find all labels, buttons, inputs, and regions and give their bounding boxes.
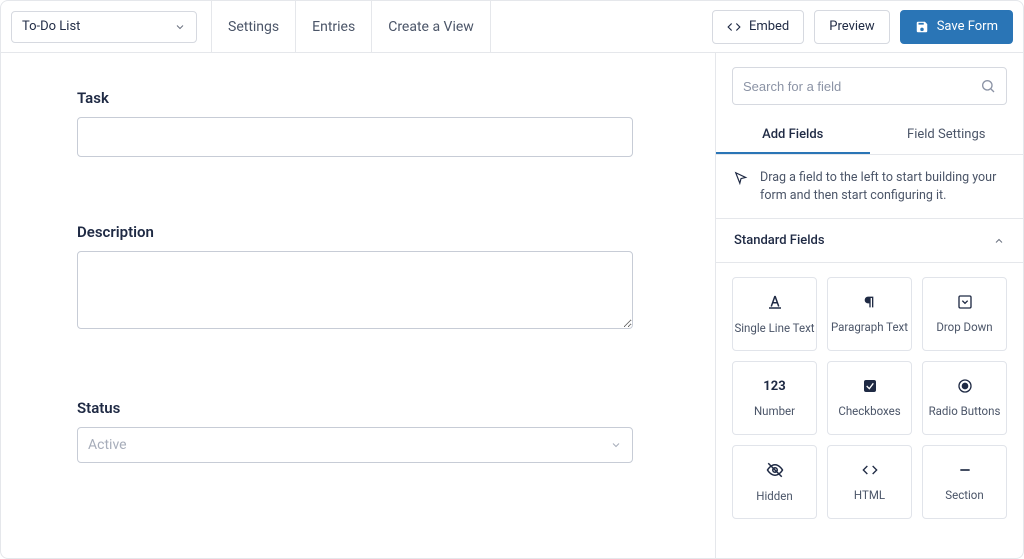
form-selector-label: To-Do List: [22, 19, 80, 34]
field-section[interactable]: Section: [922, 445, 1007, 519]
checkbox-icon: [862, 378, 878, 394]
status-selected: Active: [88, 437, 127, 453]
embed-button[interactable]: Embed: [712, 10, 804, 44]
save-label: Save Form: [937, 19, 998, 34]
tab-field-settings[interactable]: Field Settings: [870, 115, 1024, 154]
save-icon: [915, 20, 929, 34]
form-selector[interactable]: To-Do List: [11, 11, 197, 43]
field-single-line-text[interactable]: Single Line Text: [732, 277, 817, 351]
field-label: Task: [77, 89, 639, 107]
tab-add-fields[interactable]: Add Fields: [716, 115, 870, 154]
nav-entries[interactable]: Entries: [295, 1, 371, 52]
chevron-down-icon: [610, 439, 622, 451]
preview-button[interactable]: Preview: [814, 10, 889, 44]
task-input[interactable]: [77, 117, 633, 157]
save-form-button[interactable]: Save Form: [900, 10, 1013, 44]
field-paragraph-text[interactable]: Paragraph Text: [827, 277, 912, 351]
hidden-icon: [766, 461, 784, 479]
field-card-label: HTML: [854, 488, 885, 502]
embed-label: Embed: [749, 19, 789, 34]
field-radio-buttons[interactable]: Radio Buttons: [922, 361, 1007, 435]
section-icon: [957, 462, 973, 478]
paragraph-icon: [862, 294, 878, 310]
field-card-label: Checkboxes: [838, 404, 900, 418]
field-card-label: Number: [754, 404, 795, 418]
field-card-label: Single Line Text: [734, 321, 814, 335]
hint-text: Drag a field to the left to start buildi…: [760, 169, 1005, 204]
nav-create-view[interactable]: Create a View: [371, 1, 491, 52]
field-card-label: Paragraph Text: [831, 320, 908, 334]
search-wrap: [716, 53, 1023, 115]
search-icon: [980, 78, 996, 94]
field-dropdown[interactable]: Drop Down: [922, 277, 1007, 351]
field-grid: Single Line Text Paragraph Text Drop Dow…: [716, 263, 1023, 533]
field-description: Description: [77, 223, 639, 333]
group-title: Standard Fields: [734, 233, 825, 248]
chevron-down-icon: [174, 21, 186, 33]
field-html[interactable]: HTML: [827, 445, 912, 519]
dropdown-icon: [957, 294, 973, 310]
text-icon: [766, 293, 784, 311]
sidebar-tabs: Add Fields Field Settings: [716, 115, 1023, 155]
field-task: Task: [77, 89, 639, 157]
sidebar: Add Fields Field Settings Drag a field t…: [715, 53, 1023, 558]
search-box[interactable]: [732, 67, 1007, 105]
field-number[interactable]: 123 Number: [732, 361, 817, 435]
number-icon: 123: [763, 379, 785, 394]
hint: Drag a field to the left to start buildi…: [716, 155, 1023, 219]
cursor-icon: [734, 171, 748, 185]
field-card-label: Hidden: [756, 489, 792, 503]
status-select[interactable]: Active: [77, 427, 633, 463]
code-icon: [727, 20, 741, 34]
html-icon: [862, 462, 878, 478]
field-card-label: Radio Buttons: [929, 404, 1001, 418]
preview-label: Preview: [829, 19, 874, 34]
field-checkboxes[interactable]: Checkboxes: [827, 361, 912, 435]
field-hidden[interactable]: Hidden: [732, 445, 817, 519]
group-standard-fields[interactable]: Standard Fields: [716, 219, 1023, 263]
field-card-label: Drop Down: [936, 320, 992, 334]
radio-icon: [957, 378, 973, 394]
chevron-up-icon: [993, 235, 1005, 247]
top-nav: Settings Entries Create a View: [211, 1, 491, 52]
top-actions: Embed Preview Save Form: [712, 10, 1013, 44]
field-label: Description: [77, 223, 639, 241]
top-bar: To-Do List Settings Entries Create a Vie…: [1, 1, 1023, 53]
search-input[interactable]: [743, 79, 972, 94]
field-card-label: Section: [945, 488, 983, 502]
main-content: Task Description Status Active: [1, 53, 1023, 558]
field-label: Status: [77, 399, 639, 417]
field-status: Status Active: [77, 399, 639, 463]
nav-settings[interactable]: Settings: [211, 1, 295, 52]
form-canvas: Task Description Status Active: [1, 53, 715, 558]
description-textarea[interactable]: [77, 251, 633, 329]
